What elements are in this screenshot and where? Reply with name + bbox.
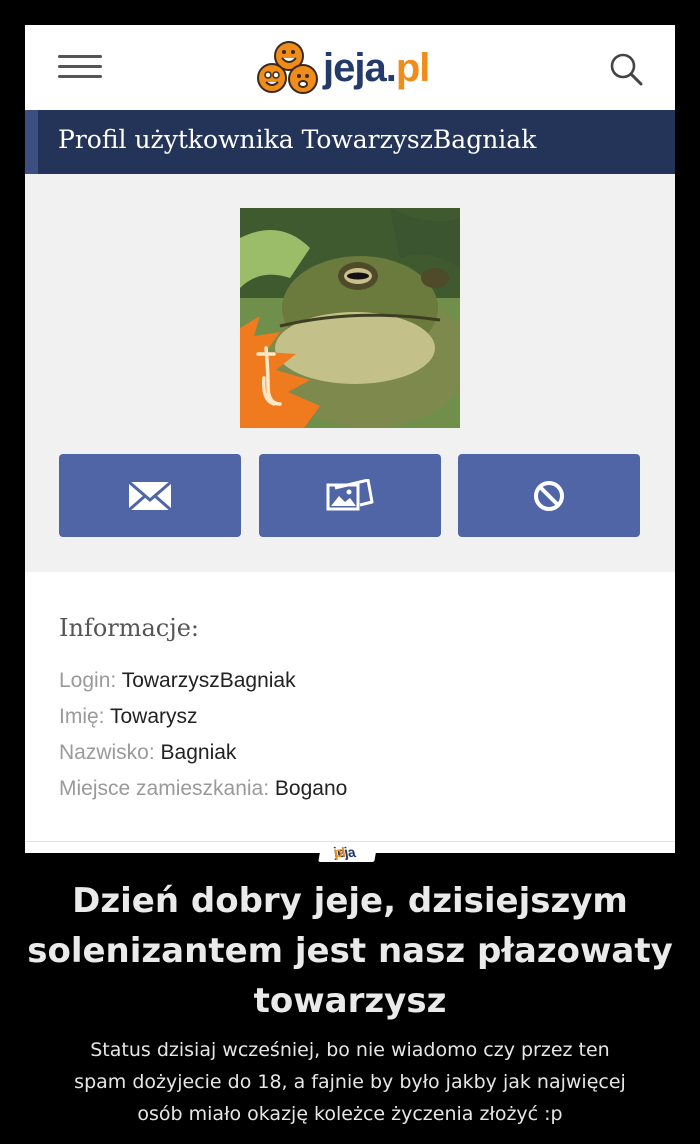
frog-avatar (240, 208, 460, 428)
envelope-icon (128, 480, 172, 511)
smiley-faces-icon (257, 41, 318, 94)
footer-watermark-logo: jeja. pl (318, 842, 378, 862)
caption-subtext: Status dzisiaj wcześniej, bo nie wiadomo… (74, 1039, 626, 1125)
profile-title-bar: Profil użytkownika TowarzyszBagniak (25, 110, 675, 174)
profile-section (25, 174, 675, 572)
search-icon[interactable] (608, 51, 644, 87)
phone-screenshot: jeja.pl Profil użytkownika TowarzyszBagn… (25, 25, 675, 853)
send-message-button[interactable] (59, 454, 241, 537)
info-section: Informacje: Login: TowarzyszBagniak Imię… (25, 572, 675, 842)
hamburger-menu-icon[interactable] (58, 55, 102, 79)
info-row-last-name: Nazwisko: Bagniak (59, 741, 237, 764)
user-gallery-button[interactable] (259, 454, 441, 537)
jeja-logo[interactable]: jeja.pl (257, 40, 457, 96)
info-row-first-name: Imię: Towarysz (59, 705, 198, 728)
info-row-login: Login: TowarzyszBagniak (59, 669, 296, 692)
page-title: Profil użytkownika TowarzyszBagniak (58, 125, 537, 154)
logo-text: jeja.pl (323, 46, 430, 90)
block-icon (534, 480, 564, 511)
image-icon (326, 478, 374, 510)
block-user-button[interactable] (458, 454, 640, 537)
caption-headline: Dzień dobry jeje, dzisiejszym solenizant… (27, 881, 673, 1021)
info-heading: Informacje: (59, 614, 199, 642)
info-row-residence: Miejsce zamieszkania: Bogano (59, 777, 348, 800)
top-bar: jeja.pl (25, 25, 675, 110)
